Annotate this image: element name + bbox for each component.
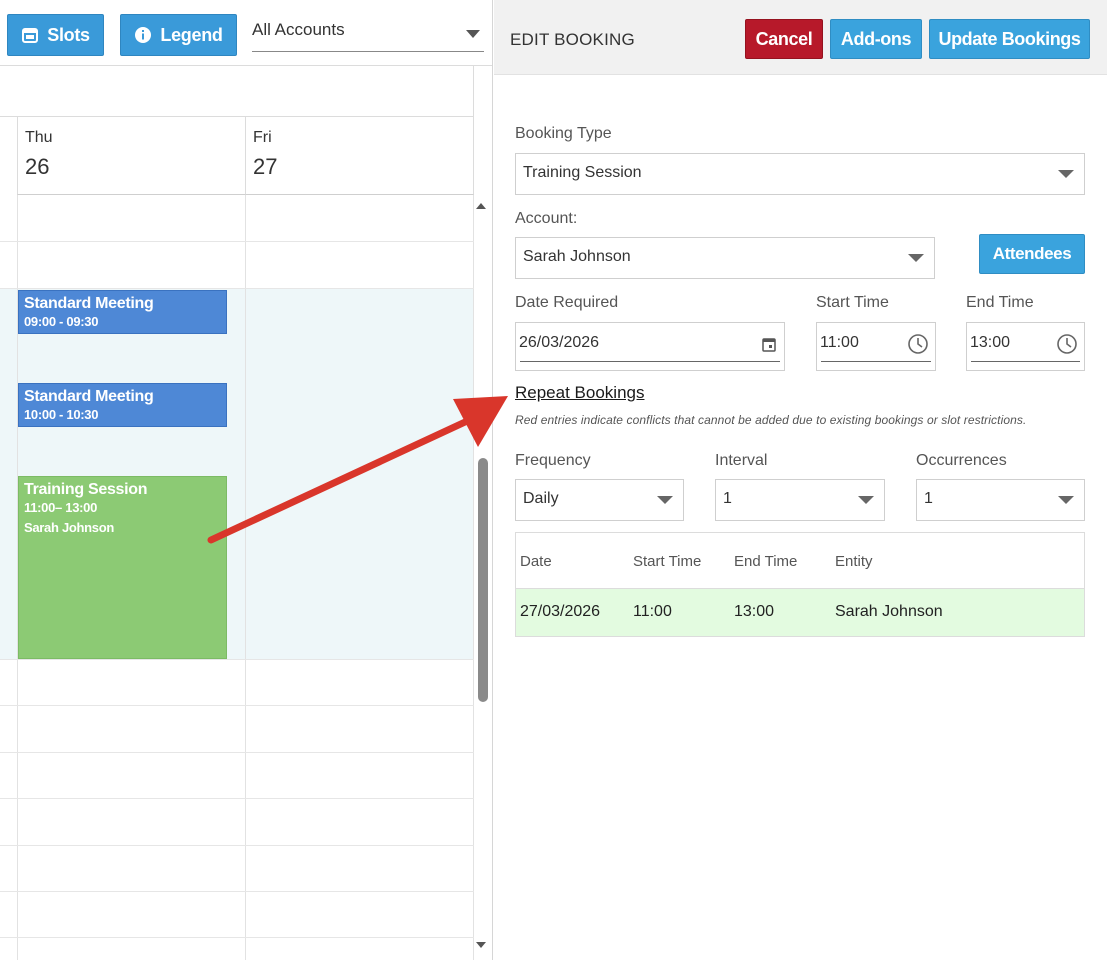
time-slot-line — [0, 798, 474, 799]
start-time-value: 11:00 — [820, 334, 859, 351]
column-header-start-time: Start Time — [633, 553, 702, 570]
event-time: 10:00 - 10:30 — [24, 407, 99, 422]
time-slot-line — [0, 288, 474, 289]
account-value: Sarah Johnson — [523, 248, 631, 265]
chevron-down-icon — [1058, 496, 1074, 504]
cell-date: 27/03/2026 — [520, 603, 601, 620]
account-label: Account: — [515, 210, 578, 227]
start-time-input[interactable]: 11:00 — [816, 322, 936, 371]
frequency-value: Daily — [523, 490, 559, 507]
event-time: 11:00– 13:00 — [24, 500, 98, 515]
chevron-down-icon — [466, 30, 480, 38]
event-time: 09:00 - 09:30 — [24, 314, 99, 329]
time-slot-line — [0, 752, 474, 753]
attendees-button[interactable]: Attendees — [979, 234, 1085, 274]
day-number: 26 — [25, 154, 50, 179]
interval-value: 1 — [723, 490, 732, 507]
edit-header: EDIT BOOKING Cancel Add-ons Update Booki… — [494, 0, 1107, 75]
add-ons-button[interactable]: Add-ons — [830, 19, 922, 59]
calendar-pane: Slots Legend All Accounts Thu 26 Fri 27 — [0, 0, 493, 960]
scrollbar-thumb[interactable] — [478, 458, 488, 702]
cell-entity: Sarah Johnson — [835, 603, 943, 620]
end-time-label: End Time — [966, 294, 1034, 311]
calendar-event-selected[interactable]: Training Session 11:00– 13:00 Sarah John… — [18, 476, 227, 659]
cell-end-time: 13:00 — [734, 603, 775, 620]
repeat-bookings-link[interactable]: Repeat Bookings — [515, 383, 644, 403]
time-slot-line — [0, 845, 474, 846]
legend-label: Legend — [160, 24, 223, 45]
frequency-label: Frequency — [515, 452, 591, 469]
repeat-bookings-table: Date Start Time End Time Entity 27/03/20… — [515, 532, 1085, 637]
calendar-grid: Thu 26 Fri 27 Standard Meeting 09:00 - 0… — [0, 66, 474, 960]
interval-label: Interval — [715, 452, 768, 469]
chevron-down-icon — [657, 496, 673, 504]
table-row[interactable]: 27/03/2026 11:00 13:00 Sarah Johnson — [516, 589, 1084, 636]
date-value: 26/03/2026 — [519, 334, 600, 351]
booking-type-value: Training Session — [523, 164, 642, 181]
booking-type-label: Booking Type — [515, 125, 612, 142]
occurrences-label: Occurrences — [916, 452, 1007, 469]
end-time-input[interactable]: 13:00 — [966, 322, 1085, 371]
scroll-up-icon[interactable] — [476, 203, 486, 209]
booking-type-select[interactable]: Training Session — [515, 153, 1085, 195]
slots-label: Slots — [47, 24, 90, 45]
account-filter-value: All Accounts — [252, 20, 345, 39]
frequency-select[interactable]: Daily — [515, 479, 684, 521]
panel-title: EDIT BOOKING — [510, 30, 635, 49]
event-title: Standard Meeting — [24, 295, 154, 312]
slots-button[interactable]: Slots — [7, 14, 104, 56]
start-time-label: Start Time — [816, 294, 889, 311]
account-filter-select[interactable]: All Accounts — [252, 14, 484, 52]
day-number: 27 — [253, 154, 278, 179]
day-header-thu[interactable]: Thu 26 — [17, 117, 246, 195]
end-time-value: 13:00 — [970, 334, 1011, 351]
clock-icon — [908, 334, 928, 354]
repeat-conflict-note: Red entries indicate conflicts that cann… — [515, 413, 1027, 427]
event-person: Sarah Johnson — [24, 520, 115, 535]
chevron-down-icon — [908, 254, 924, 262]
cancel-button[interactable]: Cancel — [745, 19, 823, 59]
legend-button[interactable]: Legend — [120, 14, 237, 56]
update-bookings-button[interactable]: Update Bookings — [929, 19, 1090, 59]
column-header-entity: Entity — [835, 553, 873, 570]
clock-icon — [1057, 334, 1077, 354]
event-title: Standard Meeting — [24, 388, 154, 405]
date-required-input[interactable]: 26/03/2026 — [515, 322, 785, 371]
event-title: Training Session — [24, 481, 148, 498]
table-header: Date Start Time End Time Entity — [516, 533, 1084, 589]
account-select[interactable]: Sarah Johnson — [515, 237, 935, 279]
edit-booking-panel: EDIT BOOKING Cancel Add-ons Update Booki… — [494, 0, 1107, 960]
interval-select[interactable]: 1 — [715, 479, 885, 521]
date-required-label: Date Required — [515, 294, 619, 311]
calendar-icon — [762, 338, 776, 352]
calendar-icon — [22, 28, 39, 43]
time-slot-line — [0, 937, 474, 938]
chevron-down-icon — [858, 496, 874, 504]
occurrences-value: 1 — [924, 490, 933, 507]
calendar-event[interactable]: Standard Meeting 10:00 - 10:30 — [18, 383, 227, 427]
calendar-event[interactable]: Standard Meeting 09:00 - 09:30 — [18, 290, 227, 334]
occurrences-select[interactable]: 1 — [916, 479, 1085, 521]
column-header-date: Date — [520, 553, 552, 570]
calendar-toolbar: Slots Legend All Accounts — [0, 0, 492, 66]
day-header-fri[interactable]: Fri 27 — [245, 117, 474, 195]
scroll-down-icon[interactable] — [476, 942, 486, 948]
all-day-row — [0, 66, 474, 117]
chevron-down-icon — [1058, 170, 1074, 178]
day-name: Fri — [253, 129, 272, 146]
time-slot-line — [0, 891, 474, 892]
info-icon — [135, 27, 152, 43]
column-header-end-time: End Time — [734, 553, 798, 570]
time-slot-line — [0, 659, 474, 660]
time-slot-line — [0, 705, 474, 706]
time-slot-line — [0, 241, 474, 242]
day-name: Thu — [25, 129, 53, 146]
cell-start-time: 11:00 — [633, 603, 672, 620]
